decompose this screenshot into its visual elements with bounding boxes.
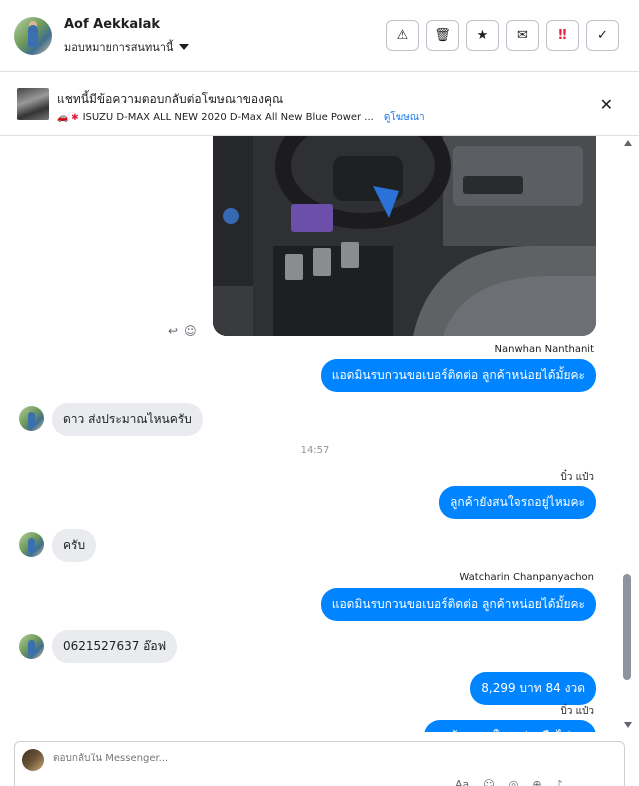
scroll-up-arrow-icon[interactable] — [624, 140, 632, 146]
ad-banner-title: แชทนี้มีข้อความตอบกลับต่อโฆษณาของคุณ — [57, 92, 284, 106]
conversation-actions: ⚠ 🗑 ★ ✉ ‼ ✓ — [386, 20, 619, 51]
mail-icon[interactable]: ✉ — [506, 20, 539, 51]
contact-name[interactable]: Aof Aekkalak — [64, 17, 160, 32]
scroll-down-arrow-icon[interactable] — [624, 722, 632, 728]
sender-name: บิ๋ว แป๋ว — [560, 706, 594, 717]
outgoing-message[interactable]: 8,299 บาท 84 งวด — [470, 672, 596, 705]
sender-name: Nanwhan Nanthanit — [494, 344, 594, 355]
incoming-message[interactable]: ดาว ส่งประมาณไหนครับ — [52, 403, 203, 436]
sender-name: Watcharin Chanpanyachon — [459, 572, 594, 583]
star-icon[interactable]: ★ — [466, 20, 499, 51]
conversation-header: Aof Aekkalak มอบหมายการสนทนานี้ ⚠ 🗑 ★ ✉ … — [0, 0, 639, 72]
composer-toolbar: Aa ☺ ◎ ⊕ ♪ — [455, 778, 563, 786]
contact-avatar-small — [19, 532, 44, 557]
contact-avatar-small — [19, 406, 44, 431]
message-thread: ↩ ☺ Nanwhan Nanthanit แอดมินรบกวนขอเบอร์… — [0, 136, 620, 732]
view-ad-link[interactable]: ดูโฆษณา — [384, 110, 425, 125]
react-emoji-icon[interactable]: ☺ — [184, 324, 197, 338]
camera-icon[interactable]: ◎ — [509, 778, 519, 786]
contact-avatar[interactable] — [14, 17, 52, 55]
page-avatar — [22, 749, 44, 771]
thread-scrollbar[interactable] — [621, 136, 635, 732]
check-icon[interactable]: ✓ — [586, 20, 619, 51]
contact-avatar-small — [19, 634, 44, 659]
car-interior-photo[interactable] — [213, 136, 596, 336]
trash-icon[interactable]: 🗑 — [426, 20, 459, 51]
assign-label: มอบหมายการสนทนานี้ — [64, 41, 174, 54]
outgoing-message[interactable]: ลูกค้าจะสนใจรถต่อหรือไม่คะ — [424, 720, 596, 732]
text-format-icon[interactable]: Aa — [455, 778, 469, 786]
close-icon[interactable]: ✕ — [600, 95, 613, 114]
ad-text: ISUZU D-MAX ALL NEW 2020 D-Max All New B… — [82, 112, 374, 123]
scrollbar-thumb[interactable] — [623, 574, 631, 680]
timestamp: 14:57 — [300, 445, 330, 456]
ad-reply-banner: แชทนี้มีข้อความตอบกลับต่อโฆษณาของคุณ 🚗 ✱… — [0, 73, 639, 136]
assign-conversation-dropdown[interactable]: มอบหมายการสนทนานี้ — [64, 38, 190, 56]
incoming-message[interactable]: 0621527637 อ๊อฟ — [52, 630, 178, 663]
outgoing-message[interactable]: แอดมินรบกวนขอเบอร์ติดต่อ ลูกค้าหน่อยได้ม… — [320, 588, 596, 621]
outgoing-message[interactable]: ลูกค้ายังสนใจรถอยู่ไหมคะ — [439, 486, 596, 519]
attach-icon[interactable]: ⊕ — [532, 778, 541, 786]
sender-name: บิ๋ว แป๋ว — [560, 472, 594, 483]
important-icon[interactable]: ‼ — [546, 20, 579, 51]
ad-emojis: 🚗 ✱ — [57, 112, 79, 123]
caret-down-icon — [179, 44, 190, 50]
ad-info: 🚗 ✱ ISUZU D-MAX ALL NEW 2020 D-Max All N… — [57, 110, 425, 125]
audio-icon[interactable]: ♪ — [556, 778, 563, 786]
reply-input[interactable] — [53, 753, 453, 764]
message-composer: Aa ☺ ◎ ⊕ ♪ — [14, 741, 625, 786]
incoming-message[interactable]: ครับ — [52, 529, 97, 562]
reply-icon[interactable]: ↩ — [168, 324, 178, 338]
ad-thumbnail[interactable] — [17, 88, 49, 120]
message-action-icons: ↩ ☺ — [168, 324, 197, 338]
outgoing-message[interactable]: แอดมินรบกวนขอเบอร์ติดต่อ ลูกค้าหน่อยได้ม… — [320, 359, 596, 392]
emoji-icon[interactable]: ☺ — [483, 778, 494, 786]
warning-icon[interactable]: ⚠ — [386, 20, 419, 51]
